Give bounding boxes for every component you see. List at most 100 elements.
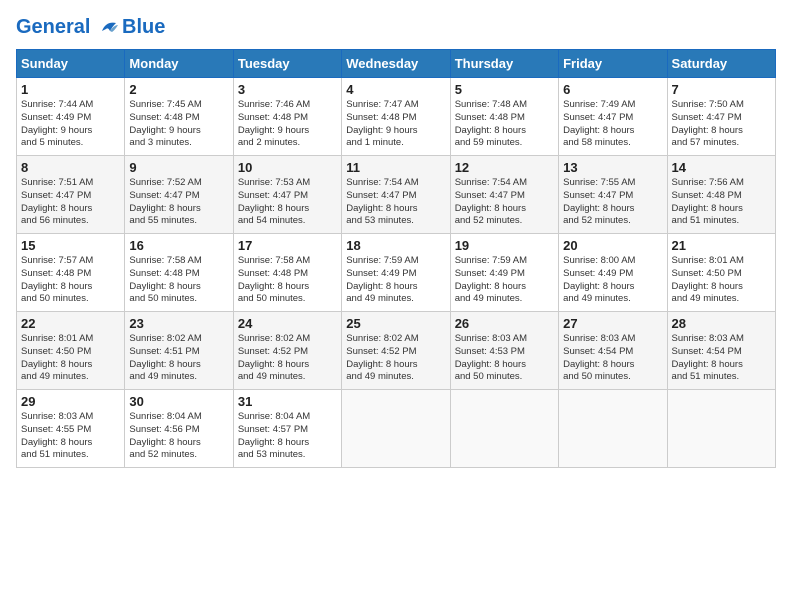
calendar-cell: 12Sunrise: 7:54 AMSunset: 4:47 PMDayligh… (450, 156, 558, 234)
day-detail: Sunrise: 8:01 AMSunset: 4:50 PMDaylight:… (21, 333, 120, 384)
day-detail: Sunrise: 8:04 AMSunset: 4:57 PMDaylight:… (238, 411, 337, 462)
calendar-week-1: 1 Sunrise: 7:44 AMSunset: 4:49 PMDaylight… (17, 78, 776, 156)
day-number: 10 (238, 160, 337, 175)
calendar-cell: 22 Sunrise: 8:01 AMSunset: 4:50 PMDayligh… (17, 312, 125, 390)
calendar-cell: 7 Sunrise: 7:50 AMSunset: 4:47 PMDaylight… (667, 78, 775, 156)
day-detail: Sunrise: 7:57 AMSunset: 4:48 PMDaylight:… (21, 255, 120, 306)
calendar-cell: 5 Sunrise: 7:48 AMSunset: 4:48 PMDaylight… (450, 78, 558, 156)
day-number: 27 (563, 316, 662, 331)
calendar-table: SundayMondayTuesdayWednesdayThursdayFrid… (16, 49, 776, 468)
calendar-cell: 8 Sunrise: 7:51 AMSunset: 4:47 PMDaylight… (17, 156, 125, 234)
day-number: 18 (346, 238, 445, 253)
day-detail: Sunrise: 8:04 AMSunset: 4:56 PMDaylight:… (129, 411, 228, 462)
col-header-wednesday: Wednesday (342, 50, 450, 78)
day-number: 19 (455, 238, 554, 253)
calendar-cell: 17Sunrise: 7:58 AMSunset: 4:48 PMDayligh… (233, 234, 341, 312)
calendar-cell: 25Sunrise: 8:02 AMSunset: 4:52 PMDayligh… (342, 312, 450, 390)
day-number: 14 (672, 160, 771, 175)
logo-blue: Blue (122, 16, 165, 39)
day-number: 12 (455, 160, 554, 175)
day-number: 4 (346, 82, 445, 97)
calendar-cell: 10 Sunrise: 7:53 AMSunset: 4:47 PMDayligh… (233, 156, 341, 234)
calendar-cell: 15Sunrise: 7:57 AMSunset: 4:48 PMDayligh… (17, 234, 125, 312)
calendar-cell: 24 Sunrise: 8:02 AMSunset: 4:52 PMDayligh… (233, 312, 341, 390)
calendar-cell: 27Sunrise: 8:03 AMSunset: 4:54 PMDayligh… (559, 312, 667, 390)
day-detail: Sunrise: 7:59 AMSunset: 4:49 PMDaylight:… (346, 255, 445, 306)
calendar-cell: 28 Sunrise: 8:03 AMSunset: 4:54 PMDayligh… (667, 312, 775, 390)
day-detail: Sunrise: 8:03 AMSunset: 4:54 PMDaylight:… (672, 333, 771, 384)
calendar-cell (342, 390, 450, 468)
calendar-cell: 20Sunrise: 8:00 AMSunset: 4:49 PMDayligh… (559, 234, 667, 312)
logo: General Blue (16, 16, 165, 39)
calendar-cell: 18 Sunrise: 7:59 AMSunset: 4:49 PMDayligh… (342, 234, 450, 312)
day-number: 23 (129, 316, 228, 331)
calendar-cell: 26 Sunrise: 8:03 AMSunset: 4:53 PMDayligh… (450, 312, 558, 390)
calendar-cell: 13Sunrise: 7:55 AMSunset: 4:47 PMDayligh… (559, 156, 667, 234)
day-number: 21 (672, 238, 771, 253)
day-number: 29 (21, 394, 120, 409)
day-detail: Sunrise: 7:44 AMSunset: 4:49 PMDaylight:… (21, 99, 120, 150)
header-row: SundayMondayTuesdayWednesdayThursdayFrid… (17, 50, 776, 78)
day-detail: Sunrise: 7:48 AMSunset: 4:48 PMDaylight:… (455, 99, 554, 150)
day-detail: Sunrise: 7:45 AMSunset: 4:48 PMDaylight:… (129, 99, 228, 150)
calendar-cell (559, 390, 667, 468)
day-number: 9 (129, 160, 228, 175)
day-detail: Sunrise: 7:49 AMSunset: 4:47 PMDaylight:… (563, 99, 662, 150)
day-number: 3 (238, 82, 337, 97)
calendar-week-3: 15Sunrise: 7:57 AMSunset: 4:48 PMDayligh… (17, 234, 776, 312)
day-number: 8 (21, 160, 120, 175)
day-number: 25 (346, 316, 445, 331)
col-header-saturday: Saturday (667, 50, 775, 78)
day-detail: Sunrise: 8:02 AMSunset: 4:51 PMDaylight:… (129, 333, 228, 384)
day-detail: Sunrise: 7:53 AMSunset: 4:47 PMDaylight:… (238, 177, 337, 228)
day-detail: Sunrise: 8:02 AMSunset: 4:52 PMDaylight:… (238, 333, 337, 384)
calendar-cell: 4Sunrise: 7:47 AMSunset: 4:48 PMDaylight… (342, 78, 450, 156)
day-number: 5 (455, 82, 554, 97)
calendar-cell: 30 Sunrise: 8:04 AMSunset: 4:56 PMDayligh… (125, 390, 233, 468)
day-number: 24 (238, 316, 337, 331)
day-number: 2 (129, 82, 228, 97)
day-number: 6 (563, 82, 662, 97)
day-number: 31 (238, 394, 337, 409)
day-detail: Sunrise: 7:59 AMSunset: 4:49 PMDaylight:… (455, 255, 554, 306)
day-detail: Sunrise: 8:01 AMSunset: 4:50 PMDaylight:… (672, 255, 771, 306)
calendar-week-2: 8 Sunrise: 7:51 AMSunset: 4:47 PMDaylight… (17, 156, 776, 234)
calendar-cell: 31 Sunrise: 8:04 AMSunset: 4:57 PMDayligh… (233, 390, 341, 468)
day-detail: Sunrise: 8:03 AMSunset: 4:55 PMDaylight:… (21, 411, 120, 462)
day-detail: Sunrise: 8:03 AMSunset: 4:53 PMDaylight:… (455, 333, 554, 384)
day-number: 26 (455, 316, 554, 331)
calendar-cell (450, 390, 558, 468)
calendar-cell: 23 Sunrise: 8:02 AMSunset: 4:51 PMDayligh… (125, 312, 233, 390)
col-header-sunday: Sunday (17, 50, 125, 78)
day-detail: Sunrise: 7:50 AMSunset: 4:47 PMDaylight:… (672, 99, 771, 150)
calendar-cell: 19 Sunrise: 7:59 AMSunset: 4:49 PMDayligh… (450, 234, 558, 312)
calendar-cell: 6 Sunrise: 7:49 AMSunset: 4:47 PMDaylight… (559, 78, 667, 156)
col-header-monday: Monday (125, 50, 233, 78)
logo-bird-icon (98, 17, 120, 39)
day-detail: Sunrise: 7:51 AMSunset: 4:47 PMDaylight:… (21, 177, 120, 228)
day-detail: Sunrise: 7:52 AMSunset: 4:47 PMDaylight:… (129, 177, 228, 228)
calendar-cell (667, 390, 775, 468)
day-number: 20 (563, 238, 662, 253)
header: General Blue (16, 16, 776, 39)
day-number: 16 (129, 238, 228, 253)
day-number: 30 (129, 394, 228, 409)
day-number: 28 (672, 316, 771, 331)
day-detail: Sunrise: 7:54 AMSunset: 4:47 PMDaylight:… (346, 177, 445, 228)
day-number: 7 (672, 82, 771, 97)
day-number: 1 (21, 82, 120, 97)
day-detail: Sunrise: 7:46 AMSunset: 4:48 PMDaylight:… (238, 99, 337, 150)
calendar-cell: 3 Sunrise: 7:46 AMSunset: 4:48 PMDaylight… (233, 78, 341, 156)
calendar-week-5: 29 Sunrise: 8:03 AMSunset: 4:55 PMDayligh… (17, 390, 776, 468)
day-number: 13 (563, 160, 662, 175)
col-header-friday: Friday (559, 50, 667, 78)
day-number: 22 (21, 316, 120, 331)
day-detail: Sunrise: 7:56 AMSunset: 4:48 PMDaylight:… (672, 177, 771, 228)
col-header-tuesday: Tuesday (233, 50, 341, 78)
col-header-thursday: Thursday (450, 50, 558, 78)
day-detail: Sunrise: 7:58 AMSunset: 4:48 PMDaylight:… (238, 255, 337, 306)
logo-general: General (16, 16, 90, 38)
day-number: 11 (346, 160, 445, 175)
calendar-cell: 11 Sunrise: 7:54 AMSunset: 4:47 PMDayligh… (342, 156, 450, 234)
calendar-cell: 21 Sunrise: 8:01 AMSunset: 4:50 PMDayligh… (667, 234, 775, 312)
